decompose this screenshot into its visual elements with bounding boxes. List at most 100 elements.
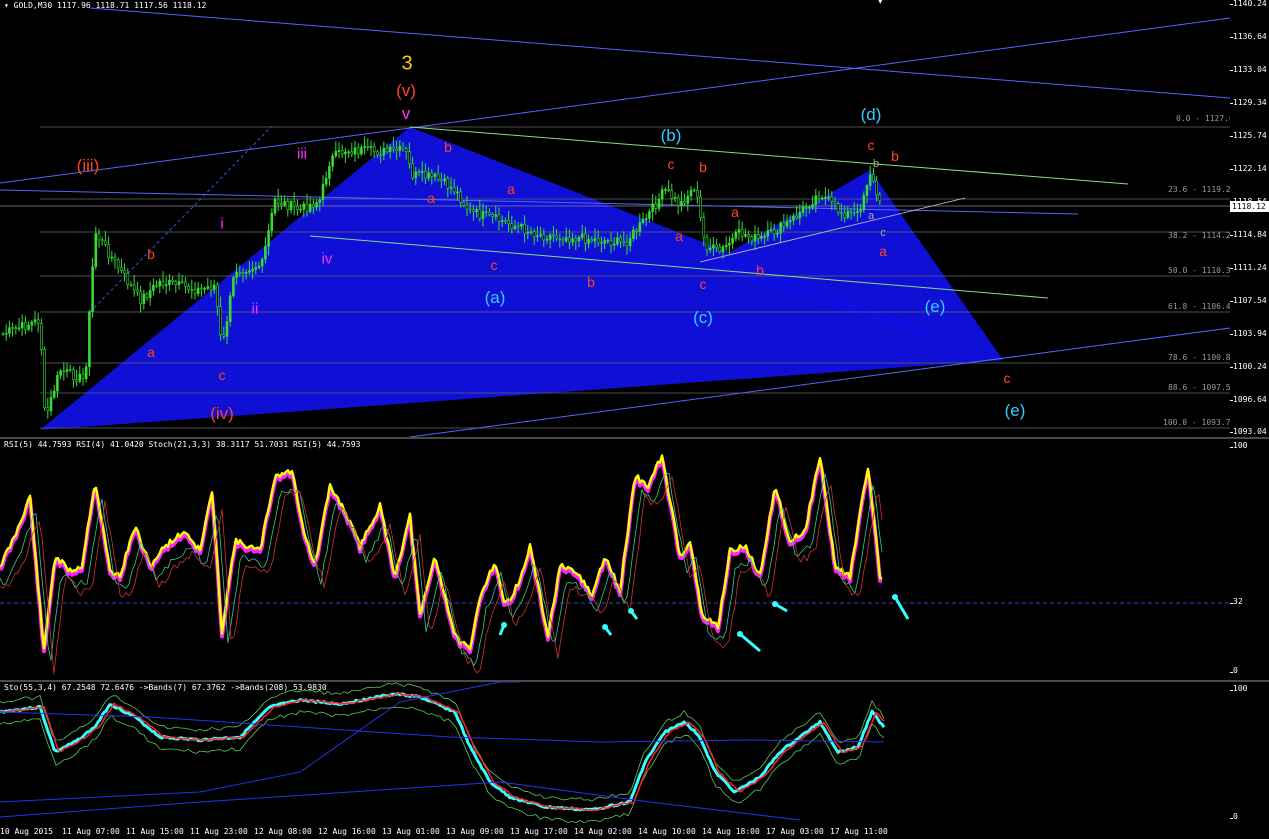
- candle-body: [808, 206, 811, 209]
- candle-body: [641, 219, 645, 223]
- candle-body: [859, 209, 862, 212]
- candle-body: [228, 295, 232, 322]
- candle-body: [337, 150, 341, 152]
- candle-body: [846, 210, 850, 218]
- candle-body: [164, 284, 168, 287]
- candle-body: [747, 234, 750, 237]
- time-label: 11 Aug 23:00: [190, 827, 248, 836]
- stoch-main-line: [0, 472, 883, 667]
- candle-body: [638, 222, 642, 232]
- candle-body: [590, 239, 594, 242]
- candle-body: [696, 190, 699, 198]
- candle-body: [302, 203, 306, 210]
- candle-body: [350, 151, 354, 155]
- candle-body: [116, 259, 120, 269]
- wave-label-c-paren: (c): [693, 308, 713, 327]
- stoch-scale-100: 100: [1233, 684, 1248, 693]
- candle-body: [856, 211, 859, 213]
- price-tick-label: 1114.84: [1233, 230, 1267, 239]
- candle-body: [20, 322, 24, 329]
- candle-body: [737, 229, 741, 233]
- wave-label-b: b: [891, 148, 899, 164]
- divergence-arrow-icon: [602, 624, 613, 636]
- wave-label-a: a: [731, 204, 739, 220]
- divergence-arrow-icon: [498, 622, 507, 636]
- candle-body: [673, 197, 677, 199]
- candle-body: [267, 230, 270, 247]
- candle-body: [190, 289, 194, 291]
- stoch-pane[interactable]: Sto(55,3,4) 67.2548 72.6476 ->Bands(7) 6…: [0, 682, 1230, 823]
- candle-body: [465, 204, 469, 210]
- stoch-scale[interactable]: 100 0: [1230, 682, 1269, 823]
- wave-label-iv-paren: (iv): [210, 404, 234, 423]
- wave-label-3: 3: [401, 52, 413, 75]
- candle-body: [270, 212, 274, 231]
- candle-body: [865, 185, 869, 196]
- candle-body: [628, 238, 632, 246]
- time-axis[interactable]: 10 Aug 2015 11 Aug 07:00 11 Aug 15:00 11…: [0, 823, 1269, 839]
- divergence-arrow-icon: [892, 594, 910, 620]
- stoch-canvas: [0, 682, 886, 823]
- arrow-head: [501, 622, 507, 628]
- candle-body: [689, 189, 693, 197]
- wave-label-c: c: [699, 276, 707, 292]
- wave-label-i: i: [220, 215, 224, 233]
- price-tick-label: 1107.54: [1233, 296, 1267, 305]
- time-label: 13 Aug 01:00: [382, 827, 440, 836]
- candle-body: [622, 240, 626, 243]
- time-label: 13 Aug 09:00: [446, 827, 504, 836]
- wave-label-iv: iv: [321, 250, 333, 268]
- candle-body: [254, 267, 258, 270]
- candle-body: [4, 332, 8, 335]
- candle-body: [113, 256, 117, 261]
- candle-body: [299, 208, 302, 211]
- price-scale[interactable]: 1140.24 1136.64 1133.04 1129.34 1125.74 1122.…: [1230, 0, 1269, 437]
- candle-body: [580, 233, 584, 238]
- candle-body: [651, 203, 654, 212]
- candle-body: [788, 219, 792, 222]
- candle-body: [203, 288, 206, 290]
- time-label: 13 Aug 17:00: [510, 827, 568, 836]
- candle-body: [286, 201, 290, 210]
- time-label: 12 Aug 08:00: [254, 827, 312, 836]
- candle-body: [459, 191, 462, 203]
- candle-body: [187, 285, 190, 290]
- candle-body: [587, 239, 590, 244]
- wave-label-a: a: [507, 181, 515, 197]
- wave-label-a-grey: a: [867, 210, 875, 222]
- candle-body: [536, 235, 539, 238]
- rsi-scale-100: 100: [1233, 441, 1248, 450]
- price-tick-label: 1133.04: [1233, 65, 1267, 74]
- candle-body: [353, 147, 357, 155]
- candle-body: [104, 240, 107, 245]
- arrow-head: [628, 608, 634, 614]
- candle-body: [136, 289, 139, 293]
- dropdown-triangle-icon[interactable]: ▾: [4, 1, 9, 10]
- candle-body: [36, 319, 40, 324]
- price-chart-pane[interactable]: ▾ GOLD,M30 1117.96 1118.71 1117.56 1118.…: [0, 0, 1230, 437]
- candle-body: [68, 369, 72, 371]
- candle-body: [132, 284, 136, 291]
- candle-body: [702, 217, 706, 238]
- rsi-scale[interactable]: 100 32 0: [1230, 439, 1269, 680]
- candle-body: [244, 271, 248, 274]
- price-tick-label: 1136.64: [1233, 32, 1267, 41]
- candle-body: [817, 195, 821, 199]
- candle-body: [683, 200, 686, 204]
- candle-body: [321, 183, 325, 201]
- candle-body: [376, 151, 379, 156]
- candle-body: [452, 186, 456, 193]
- candle-body: [564, 237, 568, 242]
- candle-body: [315, 202, 318, 208]
- time-label: 17 Aug 03:00: [766, 827, 824, 836]
- candle-body: [779, 222, 782, 234]
- candle-body: [308, 204, 312, 212]
- one-click-trading-icon[interactable]: ▾: [878, 0, 883, 7]
- rsi-pane[interactable]: RSI(5) 44.7593 RSI(4) 41.0420 Stoch(21,3…: [0, 439, 1230, 680]
- candle-body: [196, 287, 200, 294]
- candle-body: [523, 223, 526, 234]
- candle-body: [654, 203, 658, 209]
- candle-body: [760, 236, 763, 239]
- candle-body: [878, 194, 882, 201]
- candle-body: [664, 188, 667, 191]
